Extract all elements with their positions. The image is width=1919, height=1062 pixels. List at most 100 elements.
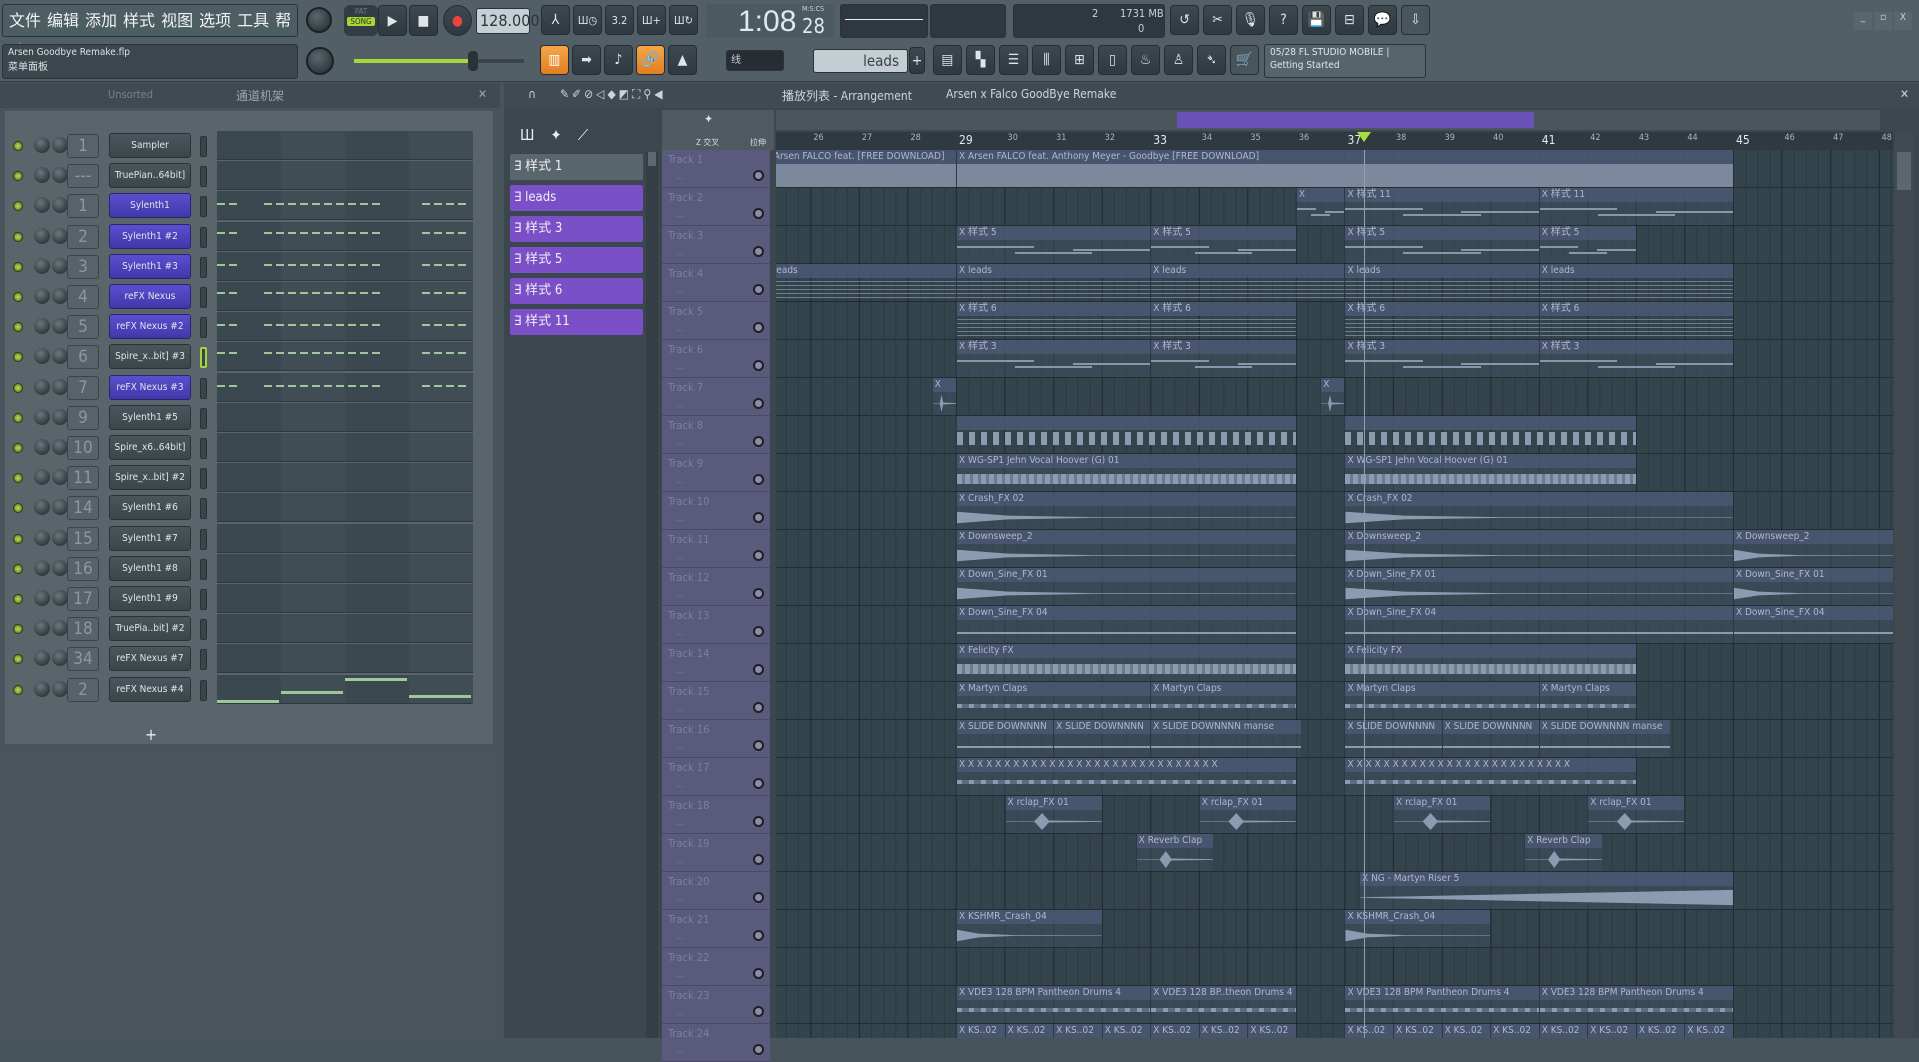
clip-close-icon[interactable]: X	[1347, 1025, 1356, 1036]
mute-led[interactable]	[13, 322, 23, 333]
mute-led[interactable]	[13, 412, 23, 423]
pan-knob[interactable]	[34, 257, 50, 274]
playlist-clip[interactable]: X X X X X X X X X X X X X X X X X X X X …	[956, 758, 1296, 795]
record-button[interactable]: ●	[443, 5, 472, 36]
playlist-clip[interactable]: X rclap_FX 01	[1393, 796, 1491, 833]
clip-close-icon[interactable]: X	[1639, 1025, 1648, 1036]
volume-knob[interactable]	[52, 227, 68, 244]
opt-crossfade[interactable]: Z 交叉	[696, 137, 719, 148]
pan-knob[interactable]	[34, 167, 50, 184]
clip-close-icon[interactable]: X	[1347, 759, 1356, 770]
shop-icon[interactable]: 🛒	[1230, 45, 1259, 75]
track-menu[interactable]: ...	[676, 286, 684, 296]
volume-knob[interactable]	[52, 469, 68, 486]
volume-knob[interactable]	[52, 680, 68, 697]
mute-led[interactable]	[13, 533, 23, 544]
clip-close-icon[interactable]: X	[1347, 645, 1356, 656]
step-sequencer[interactable]	[217, 131, 473, 160]
clip-close-icon[interactable]: X	[1347, 569, 1356, 580]
playlist-clip[interactable]: X Downsweep_2	[1732, 530, 1893, 567]
track-mute-button[interactable]	[753, 550, 764, 561]
plugin-icon[interactable]: ♨	[1131, 45, 1160, 75]
track-menu[interactable]: ...	[676, 476, 684, 486]
playlist-clip[interactable]: X NG - Martyn Riser 5	[1359, 872, 1733, 909]
playlist-clip[interactable]: X VDE3 128 BP..theon Drums 4	[1150, 986, 1296, 1023]
pan-knob[interactable]	[34, 529, 50, 546]
clip-close-icon[interactable]: X	[959, 645, 968, 656]
window-minimize[interactable]: _	[1854, 12, 1872, 30]
track-header[interactable]: Track 21...	[662, 910, 770, 948]
track-header[interactable]: Track 2...	[662, 188, 770, 226]
clip-close-icon[interactable]: X	[1153, 341, 1162, 352]
track-header[interactable]: Track 6...	[662, 340, 770, 378]
track-header[interactable]: Track 5...	[662, 302, 770, 340]
arrow-icon[interactable]: ➡	[572, 45, 601, 75]
playlist-clip[interactable]: X KS..02	[1344, 1024, 1394, 1038]
playlist-clip[interactable]: X rclap_FX 01	[1198, 796, 1296, 833]
track-mute-button[interactable]	[753, 892, 764, 903]
channel-button[interactable]: Sylenth1 #3	[109, 253, 191, 279]
clip-close-icon[interactable]: X	[1590, 1025, 1599, 1036]
clip-close-icon[interactable]: X	[1542, 721, 1551, 732]
step-sequencer[interactable]	[217, 372, 473, 402]
track-header[interactable]: Track 10...	[662, 492, 770, 530]
track-mute-button[interactable]	[753, 436, 764, 447]
mute-led[interactable]	[13, 473, 23, 484]
clip-close-icon[interactable]: X	[1396, 1025, 1405, 1036]
track-mute-button[interactable]	[753, 398, 764, 409]
playlist-window-icon[interactable]: ▤	[933, 45, 962, 75]
track-menu[interactable]: ...	[676, 856, 684, 866]
step-sequencer[interactable]	[217, 402, 473, 432]
track-mute-button[interactable]	[753, 1044, 764, 1055]
track-menu[interactable]: ...	[676, 400, 684, 410]
pan-knob[interactable]	[34, 137, 50, 153]
step-sequencer[interactable]	[217, 553, 473, 583]
clip-close-icon[interactable]: X	[1347, 189, 1356, 200]
channel-button[interactable]: Spire_x..bit] #3	[109, 344, 191, 370]
track-mute-button[interactable]	[753, 284, 764, 295]
clip-close-icon[interactable]: X	[1347, 493, 1356, 504]
pan-knob[interactable]	[34, 408, 50, 425]
clip-close-icon[interactable]: X	[959, 341, 968, 352]
volume-knob[interactable]	[52, 650, 68, 667]
clip-close-icon[interactable]: X	[1299, 189, 1305, 200]
playlist-clip[interactable]: X KS..02	[1684, 1024, 1733, 1038]
playlist-clip[interactable]: X KS..02	[1004, 1024, 1054, 1038]
vertical-scrollbar[interactable]	[1895, 132, 1913, 1038]
track-mute-button[interactable]	[753, 626, 764, 637]
channel-button[interactable]: TruePia..bit] #2	[109, 616, 191, 642]
picker-scrollbar[interactable]	[646, 152, 658, 1038]
playlist-clip[interactable]: X SLIDE DOWNNNN	[1053, 720, 1151, 757]
opt-stretch[interactable]: 拉伸	[750, 137, 766, 148]
clip-close-icon[interactable]: X	[1542, 303, 1551, 314]
playlist-clip[interactable]: X KS..02	[1101, 1024, 1151, 1038]
track-header[interactable]: Track 15...	[662, 682, 770, 720]
clip-close-icon[interactable]: X	[1202, 797, 1211, 808]
clip-close-icon[interactable]: X	[1153, 265, 1162, 276]
save-audio-icon[interactable]: ⊟	[1335, 5, 1364, 35]
track-header[interactable]: Track 1...	[662, 150, 770, 188]
playlist-clip[interactable]: X KS..02	[1587, 1024, 1636, 1038]
pan-knob[interactable]	[34, 227, 50, 244]
mute-led[interactable]	[13, 684, 23, 695]
volume-knob[interactable]	[52, 529, 68, 546]
channel-select[interactable]	[200, 438, 207, 459]
playlist-clip[interactable]: X Down_Sine_FX 01	[1344, 568, 1733, 605]
track-header[interactable]: Track 13...	[662, 606, 770, 644]
channel-select[interactable]	[200, 377, 207, 399]
track-mute-button[interactable]	[753, 1006, 764, 1017]
volume-knob[interactable]	[52, 197, 68, 214]
clip-close-icon[interactable]: X	[1153, 1025, 1162, 1036]
clip-close-icon[interactable]: X	[1445, 1025, 1454, 1036]
playlist-clip[interactable]: X Martyn Claps	[1150, 682, 1296, 719]
step-sequencer[interactable]	[217, 251, 473, 281]
playhead-marker[interactable]	[1356, 132, 1371, 142]
track-menu[interactable]: ...	[676, 514, 684, 524]
channel-button[interactable]: Sylenth1 #2	[109, 223, 191, 249]
step-edit-icon[interactable]: Ш+	[637, 5, 666, 35]
channel-button[interactable]: Spire_x..bit] #2	[109, 465, 191, 491]
mute-led[interactable]	[13, 563, 23, 574]
pattern-item[interactable]: ∃ 样式 11	[510, 309, 643, 335]
playlist-clip[interactable]: X 样式 11	[1344, 188, 1539, 225]
playlist-clip[interactable]: X rclap_FX 01	[1587, 796, 1685, 833]
